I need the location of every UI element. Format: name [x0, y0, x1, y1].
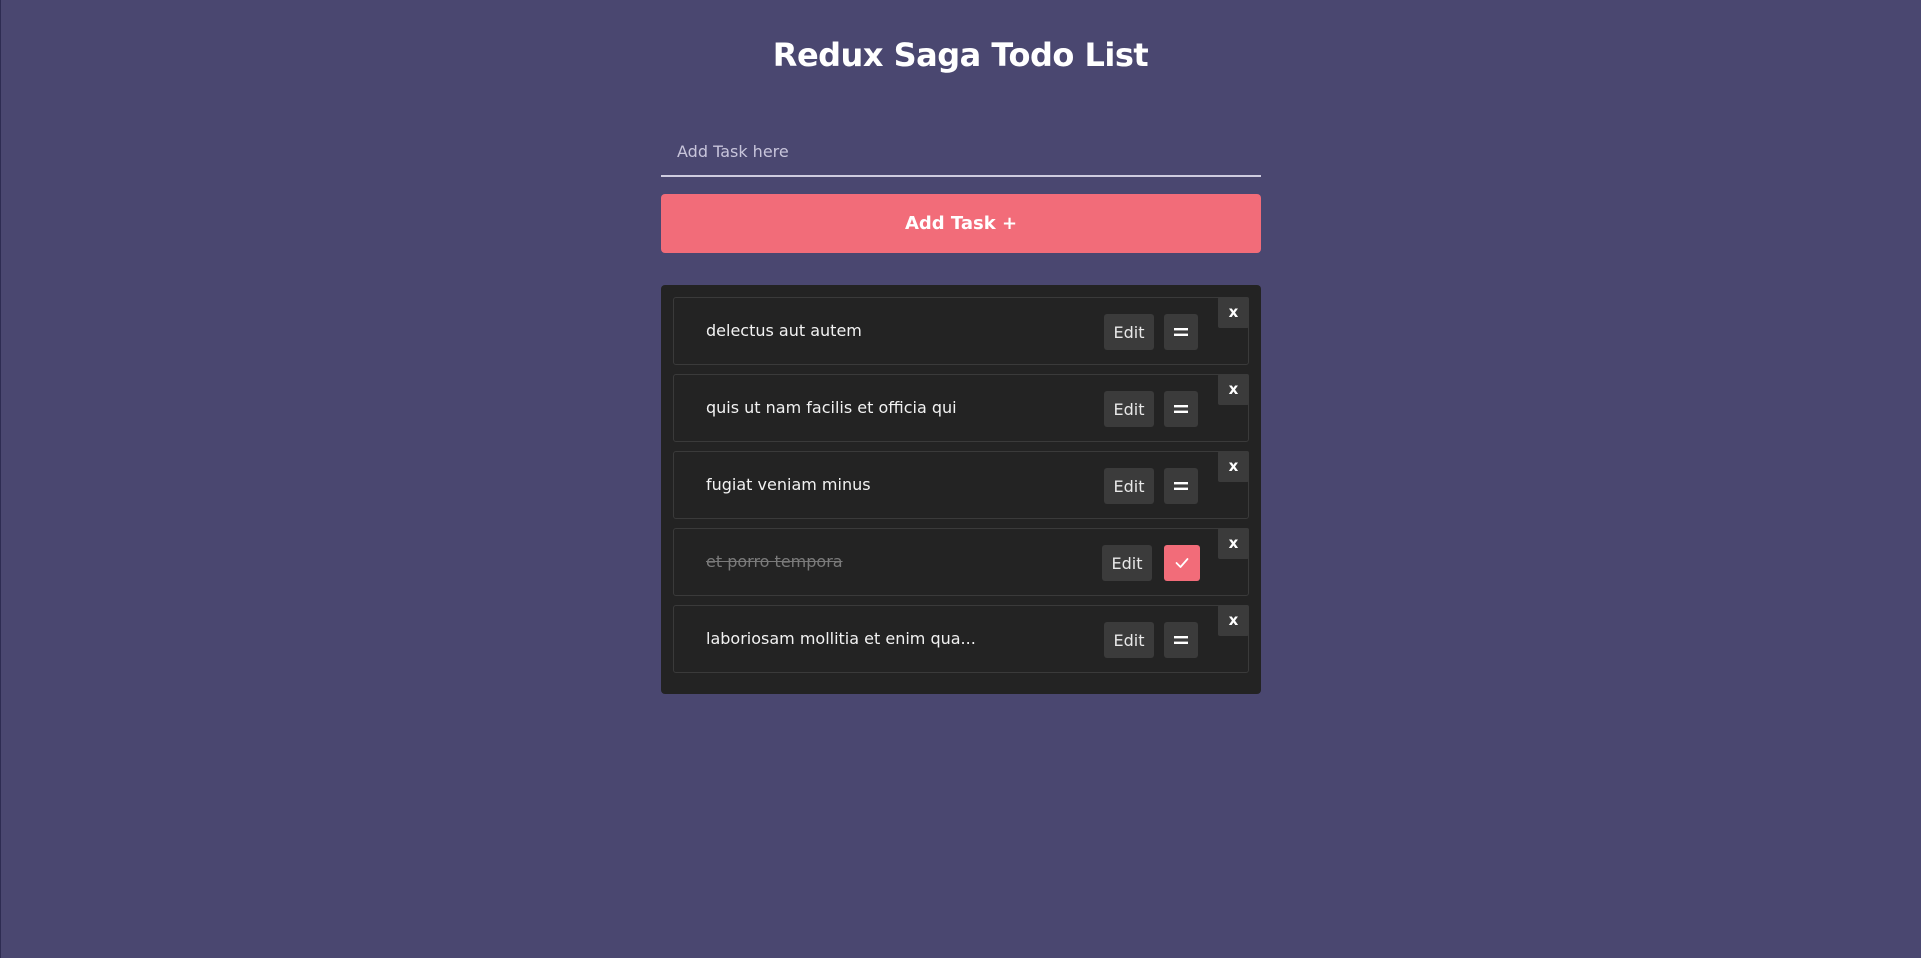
task-item: quis ut nam facilis et officia qui Edit …	[673, 374, 1249, 442]
edit-button[interactable]: Edit	[1104, 622, 1154, 658]
task-item-completed: et porro tempora Edit x	[673, 528, 1249, 596]
task-item: delectus aut autem Edit x	[673, 297, 1249, 365]
equals-icon	[1174, 482, 1188, 490]
check-icon	[1175, 558, 1189, 568]
edit-button[interactable]: Edit	[1102, 545, 1152, 581]
delete-button[interactable]: x	[1218, 451, 1249, 482]
task-text: laboriosam mollitia et enim qua...	[706, 629, 976, 648]
equals-icon	[1174, 405, 1188, 413]
task-list: delectus aut autem Edit x quis ut nam fa…	[661, 285, 1261, 694]
add-task-button[interactable]: Add Task +	[661, 194, 1261, 253]
task-text: quis ut nam facilis et officia qui	[706, 398, 957, 417]
toggle-complete-button[interactable]	[1164, 391, 1198, 427]
task-item: fugiat veniam minus Edit x	[673, 451, 1249, 519]
toggle-complete-button[interactable]	[1164, 314, 1198, 350]
delete-button[interactable]: x	[1218, 374, 1249, 405]
delete-button[interactable]: x	[1218, 605, 1249, 636]
add-task-input[interactable]	[661, 127, 1261, 177]
delete-button[interactable]: x	[1218, 528, 1249, 559]
task-text: fugiat veniam minus	[706, 475, 871, 494]
toggle-complete-button[interactable]	[1164, 468, 1198, 504]
delete-button[interactable]: x	[1218, 297, 1249, 328]
edit-button[interactable]: Edit	[1104, 391, 1154, 427]
equals-icon	[1174, 636, 1188, 644]
equals-icon	[1174, 328, 1188, 336]
toggle-complete-button[interactable]	[1164, 545, 1200, 581]
app-root: Redux Saga Todo List Add Task + delectus…	[0, 0, 1921, 958]
edit-button[interactable]: Edit	[1104, 314, 1154, 350]
task-text: et porro tempora	[706, 552, 843, 571]
task-text: delectus aut autem	[706, 321, 862, 340]
toggle-complete-button[interactable]	[1164, 622, 1198, 658]
window-edge	[0, 0, 1, 958]
page-title: Redux Saga Todo List	[772, 36, 1149, 74]
edit-button[interactable]: Edit	[1104, 468, 1154, 504]
task-item: laboriosam mollitia et enim qua... Edit …	[673, 605, 1249, 673]
